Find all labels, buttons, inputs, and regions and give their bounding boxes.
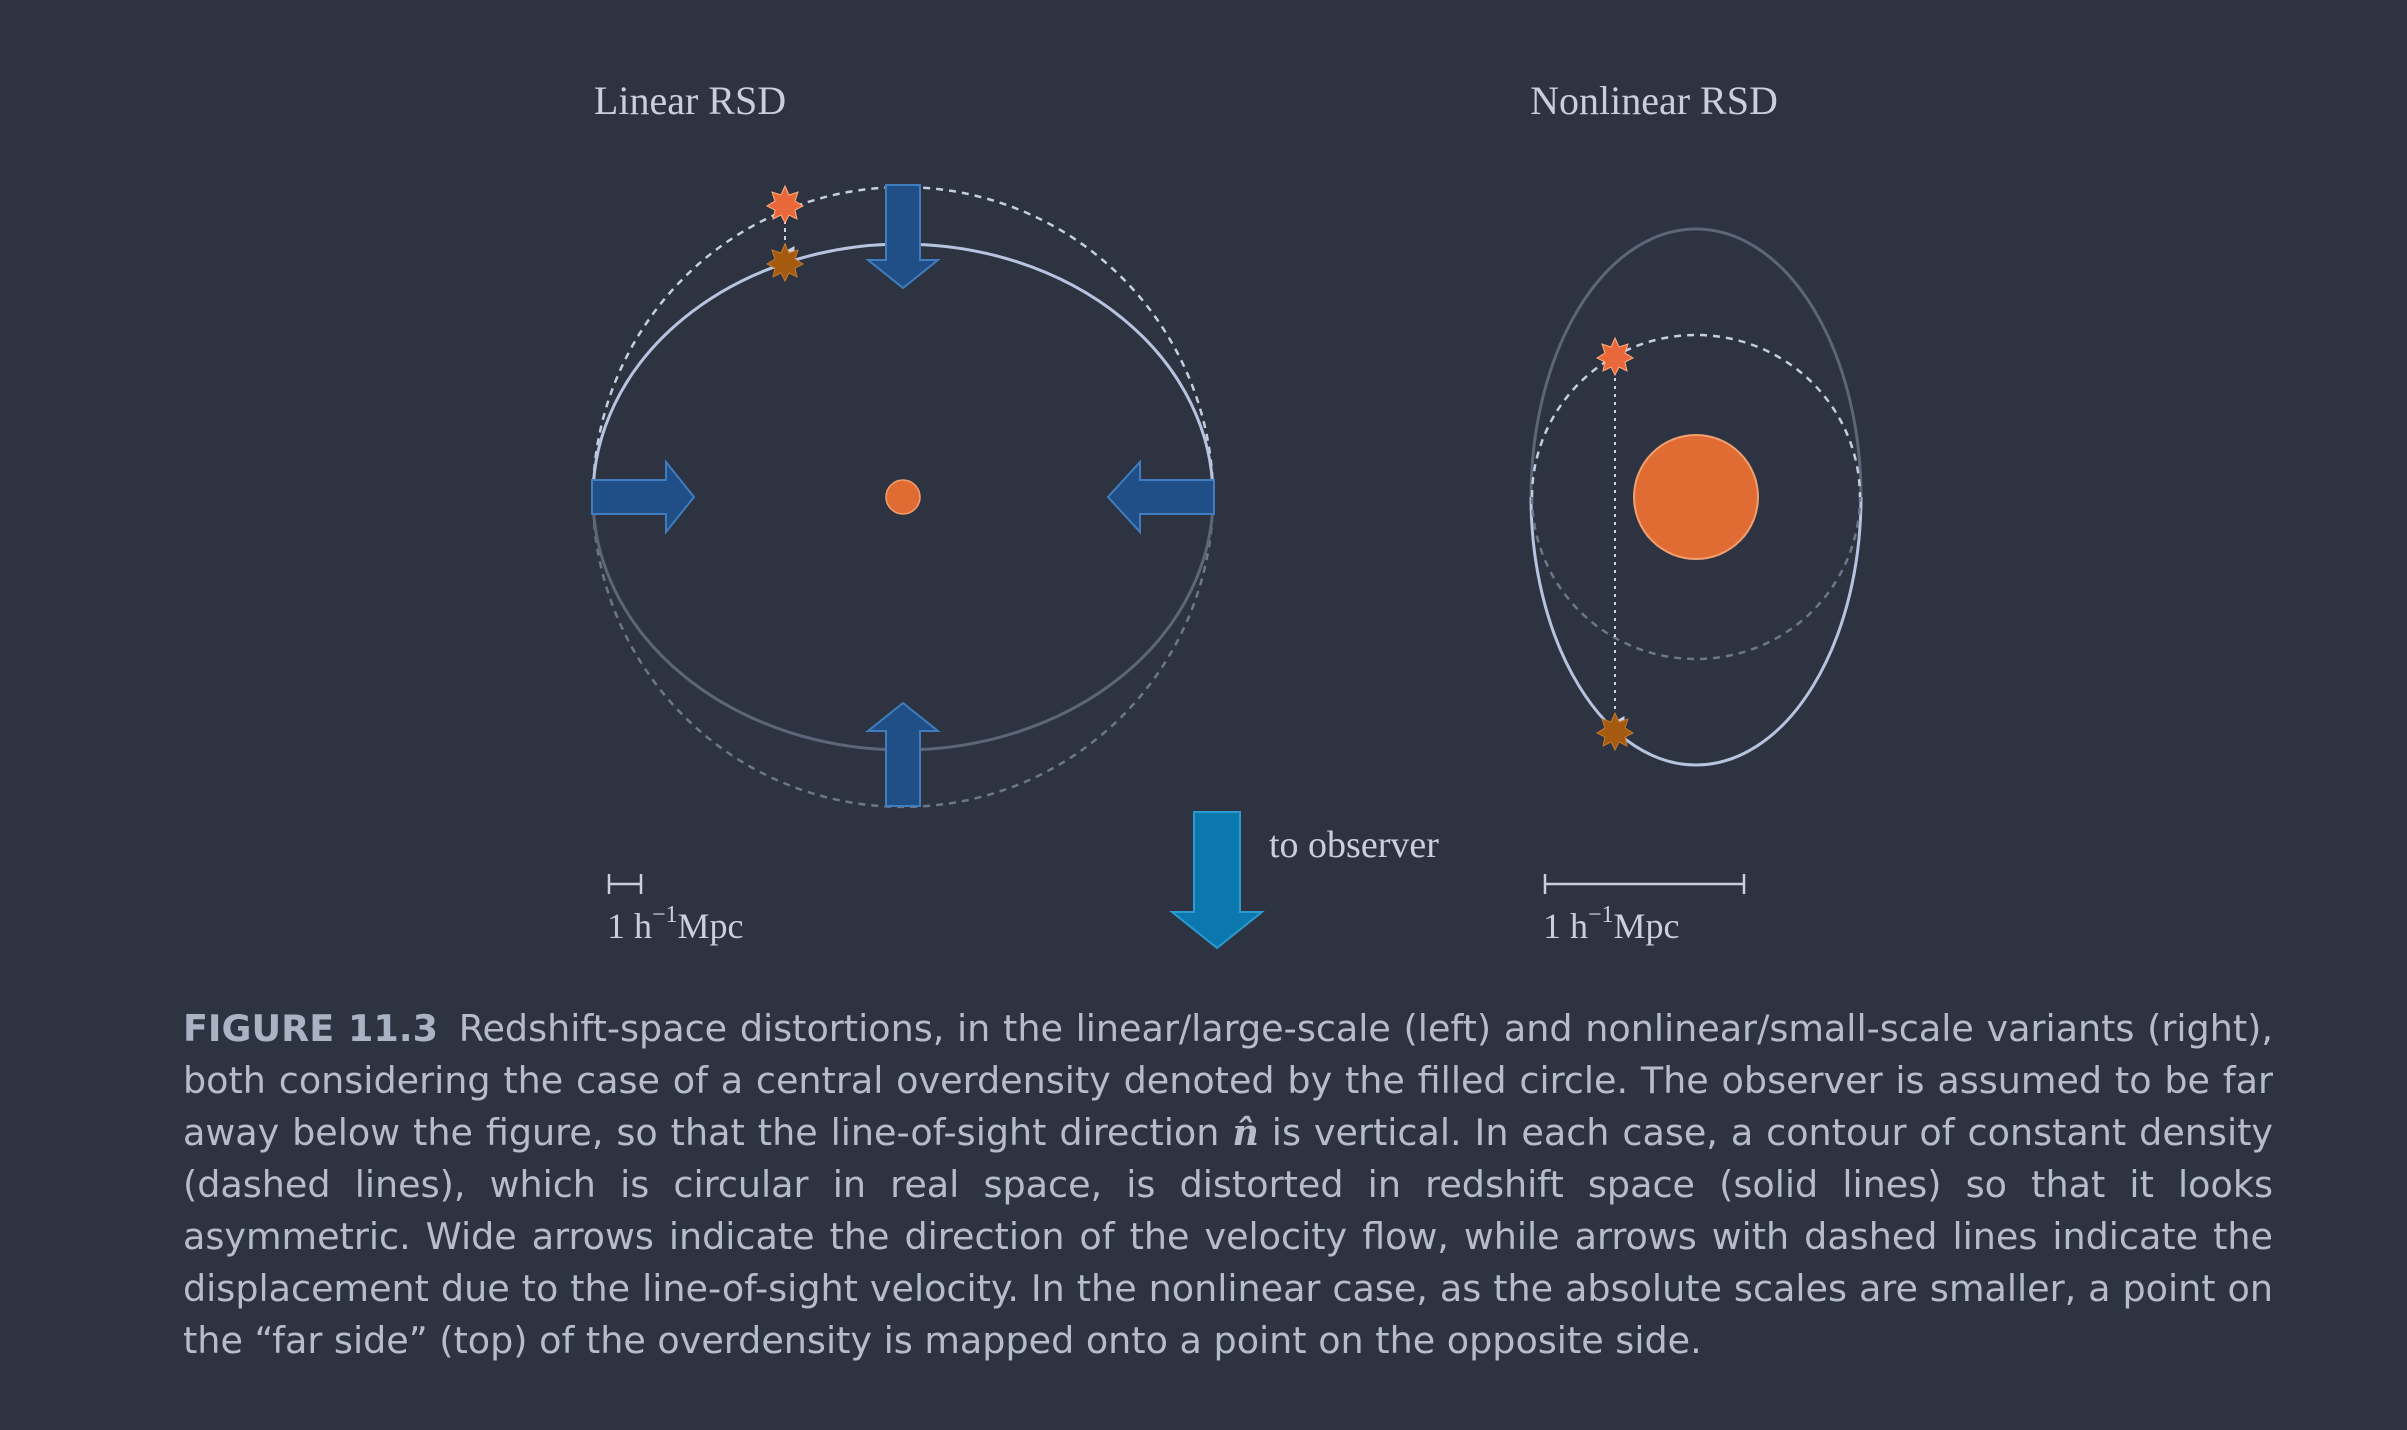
linear-star-real-icon [765, 184, 805, 225]
nonlinear-scale-label: 1 h−1Mpc [1543, 902, 1680, 946]
linear-panel-title: Linear RSD [594, 78, 786, 123]
figure-number: FIGURE 11.3 [183, 1007, 439, 1050]
flow-arrow-bottom-icon [865, 701, 941, 807]
linear-scale-bar [607, 874, 643, 894]
nonlinear-overdensity-dot [1633, 434, 1759, 560]
linear-panel: Linear RSD 1 h−1Mpc [591, 78, 1215, 946]
linear-star-redshift-icon [765, 242, 805, 283]
nonlinear-panel: Nonlinear RSD 1 h−1Mpc [1529, 78, 1863, 946]
linear-overdensity-dot [885, 479, 921, 515]
flow-arrow-right-icon [1106, 459, 1215, 535]
flow-arrow-top-icon [865, 184, 941, 290]
observer-label: to observer [1269, 824, 1439, 866]
figure-caption: FIGURE 11.3 Redshift-space distortions, … [183, 1003, 2273, 1367]
line-of-sight-symbol: n̂ [1232, 1111, 1259, 1154]
nonlinear-star-real-icon [1595, 336, 1635, 377]
rsd-figure: Linear RSD 1 h−1Mpc Nonlinear RSD 1 h−1M… [591, 78, 1863, 950]
observer-indicator: to observer [1169, 811, 1439, 950]
flow-arrow-left-icon [591, 459, 696, 535]
linear-scale-label: 1 h−1Mpc [607, 902, 744, 946]
nonlinear-panel-title: Nonlinear RSD [1530, 78, 1778, 123]
observer-down-arrow-icon [1169, 811, 1265, 950]
nonlinear-scale-bar [1543, 874, 1746, 894]
